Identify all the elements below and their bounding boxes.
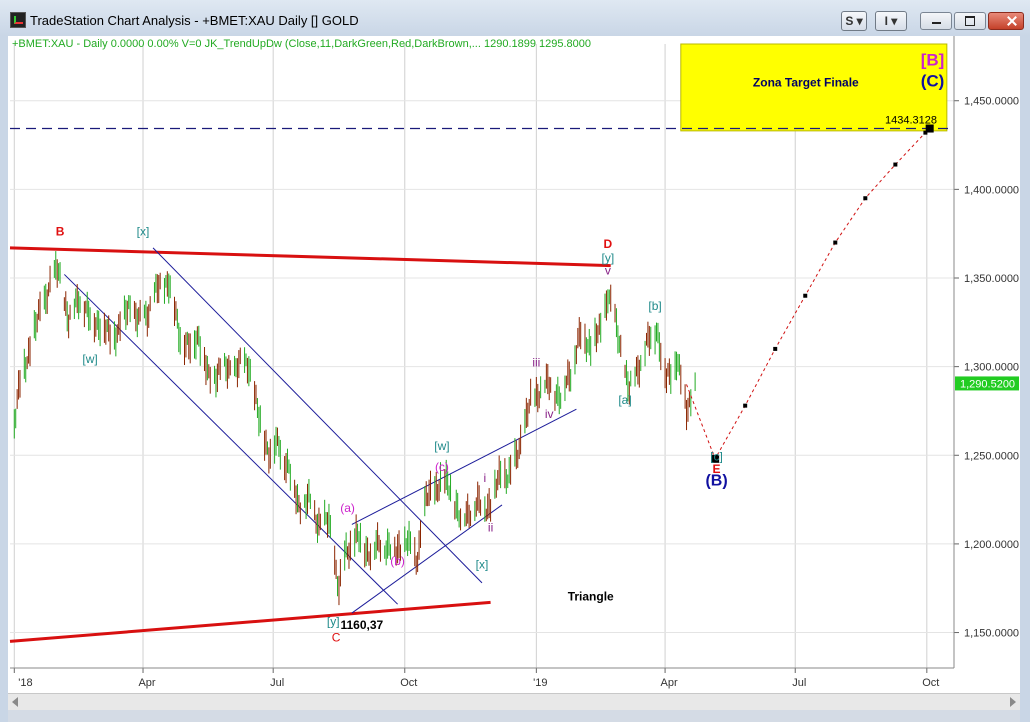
wave-label: 1160,37 [340, 618, 383, 632]
wave-label: [B] [921, 50, 945, 69]
x-tick-label: Jul [792, 677, 806, 689]
chart-background [8, 36, 1020, 693]
projection-point [803, 293, 808, 298]
wave-label: (C) [921, 72, 945, 91]
projection-point [893, 162, 898, 167]
scroll-left-icon[interactable] [12, 697, 18, 707]
projection-point [833, 240, 838, 245]
window-frame-left [0, 36, 8, 722]
projection-target-marker [925, 124, 934, 133]
horizontal-scrollbar[interactable] [8, 693, 1020, 711]
wave-label: [w] [82, 352, 97, 366]
wave-label: Triangle [568, 590, 614, 604]
wave-label: [x] [137, 224, 150, 238]
y-tick-label: 1,350.0000 [964, 273, 1019, 285]
wave-label: (a) [340, 501, 355, 515]
window-title: TradeStation Chart Analysis - +BMET:XAU … [30, 13, 359, 28]
target-zone-label: Zona Target Finale [753, 76, 859, 90]
projection-point [743, 403, 748, 408]
styles-menu-button[interactable]: S ▾ [841, 11, 867, 31]
chart-header-text: +BMET:XAU - Daily 0.0000 0.00% V=0 JK_Tr… [12, 38, 591, 50]
x-tick-label: '19 [533, 677, 547, 689]
close-icon[interactable] [988, 12, 1024, 30]
wave-label: i [484, 471, 487, 485]
wave-label: (c) [435, 460, 449, 474]
y-tick-label: 1,450.0000 [964, 96, 1019, 108]
wave-label: [x] [476, 558, 489, 572]
y-tick-label: 1,250.0000 [964, 450, 1019, 462]
maximize-icon[interactable] [954, 12, 986, 30]
wave-label: D [604, 237, 613, 251]
y-tick-label: 1,200.0000 [964, 539, 1019, 551]
y-tick-label: 1,150.0000 [964, 628, 1019, 640]
indicators-menu-button[interactable]: I ▾ [875, 11, 907, 31]
title-bar: TradeStation Chart Analysis - +BMET:XAU … [0, 0, 1030, 37]
projection-point [773, 346, 778, 351]
wave-label: [b] [648, 299, 661, 313]
minimize-icon[interactable] [920, 12, 952, 30]
status-strip [8, 710, 1020, 722]
last-price-label: 1,290.5200 [960, 378, 1015, 390]
window-frame-right [1020, 36, 1030, 722]
wave-label: B [56, 224, 65, 238]
y-tick-label: 1,400.0000 [964, 184, 1019, 196]
wave-label: iv [545, 407, 554, 421]
x-tick-label: Oct [400, 677, 417, 689]
wave-label: [y] [327, 614, 340, 628]
price-chart[interactable]: '18 Apr Jul Oct '19 Apr Jul Oct 1,150.0000 1,200.… [8, 36, 1020, 693]
y-tick-label: 1,300.0000 [964, 362, 1019, 374]
x-tick-label: '18 [18, 677, 32, 689]
x-tick-label: Apr [661, 677, 678, 689]
tradestation-app-icon [10, 12, 26, 28]
x-tick-label: Jul [270, 677, 284, 689]
wave-label: (B) [705, 472, 727, 489]
wave-label: C [332, 630, 341, 644]
wave-label: iii [532, 356, 540, 370]
x-tick-label: Oct [922, 677, 939, 689]
scroll-right-icon[interactable] [1010, 697, 1016, 707]
x-tick-label: Apr [138, 677, 155, 689]
wave-label: ii [488, 521, 493, 535]
wave-label: [w] [434, 439, 449, 453]
wave-label: v [605, 263, 611, 277]
wave-label: [a] [618, 393, 631, 407]
wave-label: (b) [390, 554, 405, 568]
projection-point [863, 196, 868, 201]
